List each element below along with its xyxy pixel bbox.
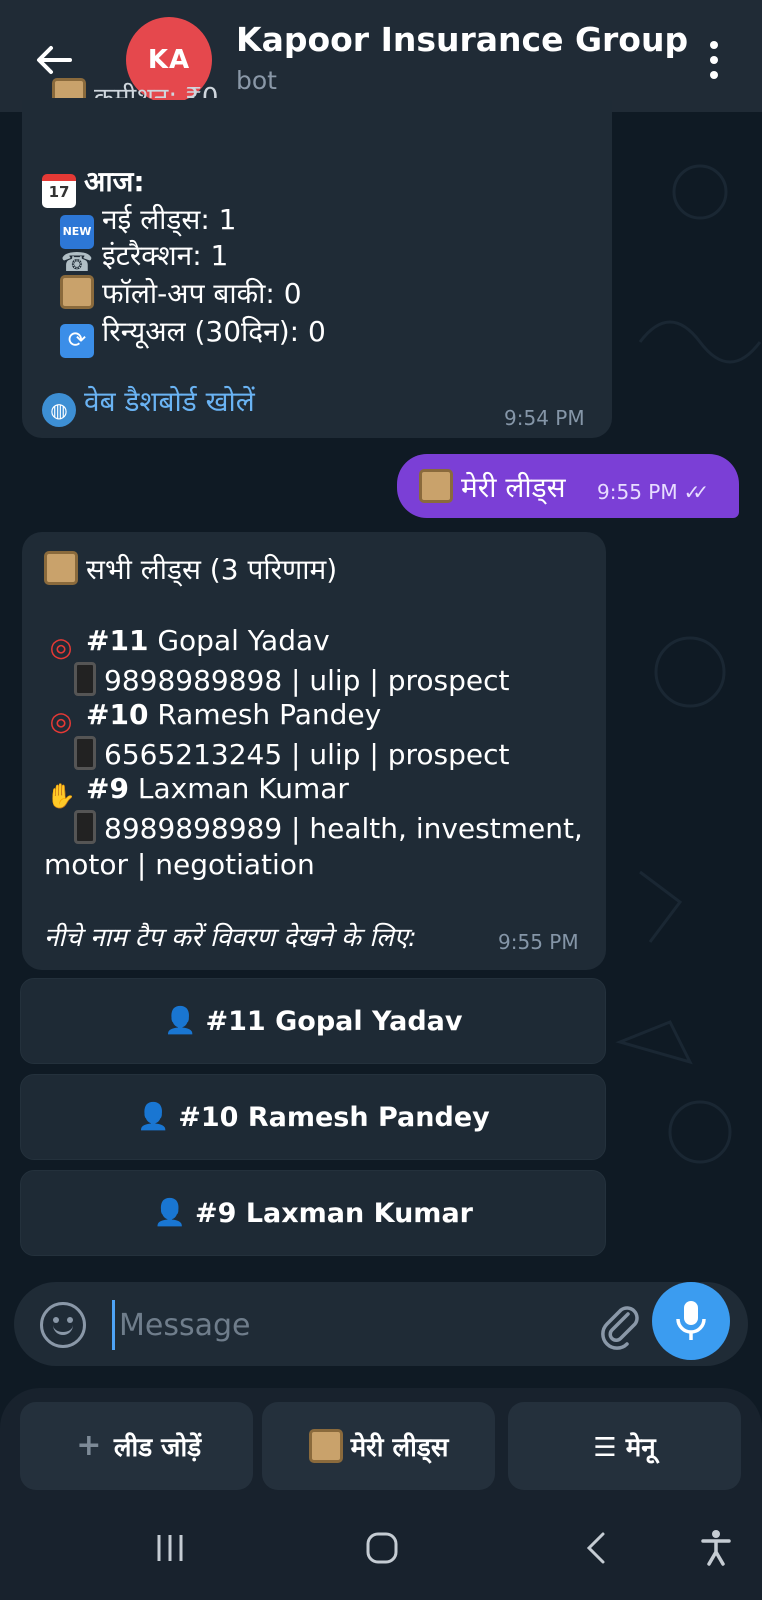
emoji-icon[interactable]	[40, 1302, 86, 1348]
accessibility-icon[interactable]	[686, 1524, 746, 1572]
leads-footer: नीचे नाम टैप करें विवरण देखने के लिए:	[44, 923, 417, 953]
mobile-phone-icon	[74, 662, 96, 696]
message-time: 9:55 PM	[597, 480, 678, 504]
renewals-line: ⟳ रिन्यूअल (30दिन): 0	[60, 312, 326, 358]
interactions-text: इंटरैक्शन: 1	[102, 239, 229, 272]
plus-icon: +	[76, 1428, 102, 1463]
more-options-icon[interactable]	[700, 36, 728, 84]
clipboard-icon	[60, 275, 94, 309]
add-lead-label: लीड जोड़ें	[113, 1433, 202, 1463]
reply-keyboard: + लीड जोड़ें मेरी लीड्स ☰ मेनू	[0, 1388, 762, 1494]
lead-details: 9898989898 | ulip | prospect	[74, 662, 509, 697]
my-leads-label: मेरी लीड्स	[350, 1433, 449, 1463]
mobile-phone-icon	[74, 736, 96, 770]
lead-item: ✋ #9 Laxman Kumar	[44, 772, 349, 813]
outgoing-text: मेरी लीड्स	[461, 471, 566, 504]
lead-button-9[interactable]: 👤 #9 Laxman Kumar	[20, 1170, 606, 1256]
lead-id: #10	[86, 698, 149, 731]
message-time: 9:54 PM	[504, 406, 585, 430]
user-icon: 👤	[164, 1006, 197, 1036]
user-icon: 👤	[137, 1102, 170, 1132]
lead-id: #11	[86, 624, 149, 657]
chat-title[interactable]: Kapoor Insurance Group	[236, 20, 688, 59]
mobile-phone-icon	[74, 810, 96, 844]
cutoff-text: कमीशन: ₹0	[94, 83, 219, 98]
lead-details: 6565213245 | ulip | prospect	[74, 736, 509, 771]
my-leads-button[interactable]: मेरी लीड्स	[262, 1402, 495, 1490]
clipboard-icon	[44, 551, 78, 585]
chat-screen: KA Kapoor Insurance Group bot कमीशन: ₹0 …	[0, 0, 762, 1600]
menu-button[interactable]: ☰ मेनू	[508, 1402, 741, 1490]
lead-button-label: #11 Gopal Yadav	[205, 1005, 463, 1037]
lead-details-text: 8989898989 | health, investment,	[104, 812, 583, 845]
message-time: 9:55 PM	[498, 930, 579, 954]
menu-label: ☰ मेनू	[593, 1433, 656, 1463]
back-arrow-icon[interactable]	[30, 36, 78, 84]
refresh-icon: ⟳	[60, 324, 94, 358]
microphone-icon[interactable]	[652, 1282, 730, 1360]
summary-message-bubble: कमीशन: ₹0 17 आज: NEW नई लीड्स: 1 ☎ इंटरैक्श…	[22, 78, 612, 438]
add-lead-button[interactable]: + लीड जोड़ें	[20, 1402, 253, 1490]
message-composer	[14, 1282, 748, 1366]
renewals-text: रिन्यूअल (30दिन): 0	[102, 315, 326, 348]
recent-apps-icon[interactable]	[140, 1524, 200, 1572]
lead-button-label: #9 Laxman Kumar	[195, 1197, 473, 1229]
lead-item: ◎ #10 Ramesh Pandey	[44, 698, 382, 739]
lead-id: #9	[86, 772, 129, 805]
cutoff-line: कमीशन: ₹0	[52, 78, 218, 98]
double-check-icon: ✓✓	[683, 480, 709, 504]
message-input[interactable]	[112, 1300, 582, 1350]
lead-item: ◎ #11 Gopal Yadav	[44, 624, 330, 665]
chat-status: bot	[236, 66, 277, 95]
lead-details-text: 9898989898 | ulip | prospect	[104, 664, 510, 697]
home-icon[interactable]	[352, 1524, 412, 1572]
lead-button-11[interactable]: 👤 #11 Gopal Yadav	[20, 978, 606, 1064]
followups-line: फॉलो-अप बाकी: 0	[60, 274, 302, 312]
outgoing-text-line: मेरी लीड्स	[419, 468, 566, 506]
leads-message-bubble: सभी लीड्स (3 परिणाम) ◎ #11 Gopal Yadav 98…	[22, 532, 606, 970]
globe-icon: ◍	[42, 393, 76, 427]
outgoing-message-bubble: मेरी लीड्स 9:55 PM ✓✓	[397, 454, 739, 518]
today-label: आज:	[84, 165, 145, 198]
lead-button-label: #10 Ramesh Pandey	[178, 1101, 490, 1133]
back-nav-icon[interactable]	[566, 1524, 626, 1572]
followups-text: फॉलो-अप बाकी: 0	[102, 277, 302, 310]
clipboard-icon	[308, 1429, 343, 1463]
target-icon: ◎	[49, 707, 73, 737]
lead-name: Laxman Kumar	[137, 772, 349, 805]
system-nav-bar	[0, 1494, 762, 1600]
leads-heading-text: सभी लीड्स (3 परिणाम)	[86, 553, 338, 586]
lead-button-10[interactable]: 👤 #10 Ramesh Pandey	[20, 1074, 606, 1160]
lead-details-text: 6565213245 | ulip | prospect	[104, 738, 510, 771]
lead-name: Gopal Yadav	[157, 624, 330, 657]
new-leads-text: नई लीड्स: 1	[102, 203, 237, 236]
clipboard-icon	[419, 469, 453, 503]
lead-name: Ramesh Pandey	[157, 698, 382, 731]
outgoing-time-row: 9:55 PM ✓✓	[597, 480, 709, 504]
lead-details: 8989898989 | health, investment,	[74, 810, 583, 845]
dashboard-link[interactable]: ◍ वेब डैशबोर्ड खोलें	[42, 382, 255, 427]
dashboard-link-text[interactable]: वेब डैशबोर्ड खोलें	[84, 385, 255, 418]
user-icon: 👤	[153, 1198, 187, 1228]
money-icon	[52, 78, 86, 98]
leads-heading: सभी लीड्स (3 परिणाम)	[44, 550, 337, 588]
paperclip-icon[interactable]	[596, 1300, 646, 1350]
target-icon: ◎	[49, 633, 73, 663]
handshake-icon: ✋	[46, 782, 76, 810]
lead-details-continued: motor | negotiation	[44, 848, 315, 881]
